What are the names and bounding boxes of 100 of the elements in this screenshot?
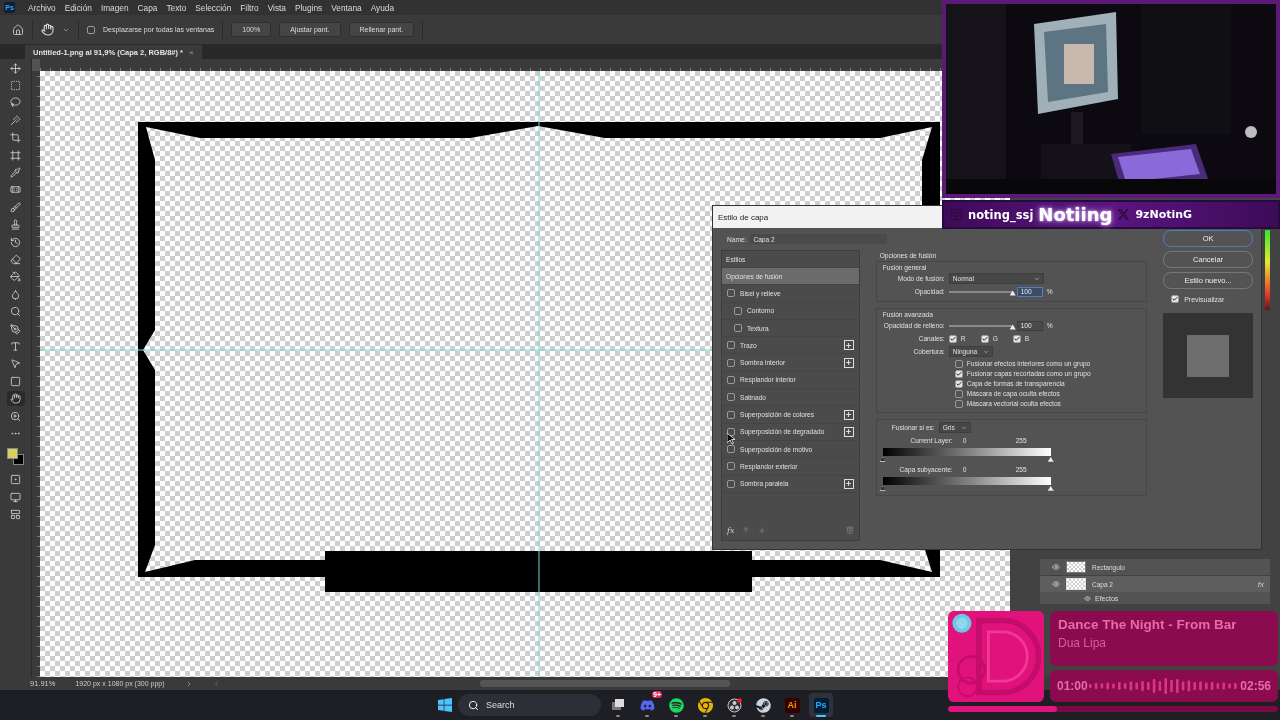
hand-icon[interactable] [41, 23, 54, 36]
paint-bucket-icon [10, 271, 21, 283]
slider-thumb[interactable] [1047, 486, 1054, 491]
type-icon [10, 340, 21, 352]
search-field[interactable]: Search [458, 694, 601, 716]
checkbox[interactable] [1012, 334, 1021, 343]
eye-icon[interactable] [1052, 580, 1060, 588]
task-view-icon [611, 698, 625, 712]
layer-thumbnail [1066, 561, 1086, 573]
checkbox[interactable] [954, 389, 963, 398]
layer-thumbnail [1066, 578, 1086, 590]
menu-item[interactable]: Capa [137, 2, 158, 13]
checkbox[interactable] [727, 375, 735, 384]
slider-thumb[interactable] [879, 486, 886, 491]
instagram-handle: noting_ssj [968, 207, 1034, 222]
checkbox[interactable] [948, 334, 957, 343]
move-icon [10, 62, 21, 74]
song-title: Dance The Night - From Bar [1058, 617, 1238, 632]
artist-name: Dua Lipa [1058, 636, 1108, 650]
add-button[interactable] [843, 478, 854, 489]
brush-icon [10, 201, 21, 213]
add-button[interactable] [843, 426, 854, 437]
layout-icon [10, 509, 21, 521]
obs-icon [726, 697, 742, 713]
dashed-square-icon [10, 80, 21, 92]
magnifier-icon [10, 306, 21, 318]
caret-icon [982, 348, 989, 355]
checkbox[interactable] [727, 341, 735, 350]
droplet-icon [10, 288, 21, 300]
menu-item[interactable]: Filtro [240, 2, 259, 13]
checkbox[interactable] [954, 399, 963, 408]
start-icon[interactable] [437, 697, 453, 713]
caret-icon [1033, 275, 1040, 282]
crop-icon [10, 132, 21, 144]
scrollbar[interactable] [479, 680, 730, 687]
color-swatches[interactable] [6, 447, 25, 466]
checkbox[interactable] [980, 334, 989, 343]
stamp-icon [10, 219, 21, 231]
pen-icon [10, 323, 21, 335]
frame-icon [10, 149, 21, 161]
bandage-icon [10, 184, 21, 196]
duration: 02:56 [1240, 679, 1271, 693]
checkbox[interactable] [727, 479, 735, 488]
checkbox[interactable] [954, 369, 963, 378]
checkbox[interactable] [87, 25, 95, 34]
history-icon [10, 236, 21, 248]
menu-item[interactable]: Imagen [100, 2, 129, 13]
checkbox[interactable] [954, 359, 963, 368]
instagram-icon [950, 208, 963, 221]
checkbox[interactable] [727, 393, 735, 402]
menu-item[interactable]: Texto [166, 2, 187, 13]
add-button[interactable] [843, 340, 854, 351]
checkbox[interactable] [734, 324, 742, 333]
slider-thumb[interactable] [1047, 457, 1054, 462]
channel-title: Notiing [1038, 204, 1113, 225]
menu-item[interactable]: Vista [267, 2, 286, 13]
chrome-icon [697, 697, 713, 713]
steam-icon [755, 697, 771, 713]
checkbox[interactable] [727, 445, 735, 454]
fx-button[interactable]: fx [727, 525, 735, 535]
checkbox[interactable] [954, 379, 963, 388]
menu-item[interactable]: Edición [64, 2, 92, 13]
home-icon[interactable] [12, 23, 24, 36]
monitor-icon [10, 491, 21, 503]
checkbox[interactable] [727, 462, 735, 471]
wand-icon [10, 114, 21, 126]
zoom-icon [10, 410, 21, 422]
menu-item[interactable]: Archivo [28, 2, 56, 13]
x-icon [1117, 208, 1131, 221]
add-button[interactable] [843, 357, 854, 368]
discord-icon [639, 697, 655, 713]
search-icon [468, 699, 479, 711]
pointer-icon [10, 358, 21, 370]
caret-icon [960, 424, 967, 431]
add-button[interactable] [843, 409, 854, 420]
elapsed-time: 01:00 [1057, 679, 1088, 693]
lasso-icon [10, 97, 21, 109]
checkbox[interactable] [727, 289, 735, 298]
checkbox[interactable] [727, 410, 735, 419]
menu-item[interactable]: Ventana [331, 2, 362, 13]
spotify-icon [668, 697, 684, 713]
mask-icon [10, 474, 21, 486]
checkbox[interactable] [734, 306, 742, 315]
fx-label: fx [1257, 579, 1264, 589]
rectangle-icon [10, 375, 21, 387]
slider-thumb[interactable] [879, 457, 886, 462]
checkbox[interactable] [727, 358, 735, 367]
eraser-icon [10, 254, 21, 265]
eye-icon[interactable] [1052, 563, 1060, 571]
x-handle: 9zNotinG [1135, 208, 1193, 221]
tool-button[interactable] [6, 391, 25, 406]
hand-icon [10, 393, 21, 405]
menu-item[interactable]: Ayuda [370, 2, 395, 13]
menu-item[interactable]: Selección [195, 2, 232, 13]
close-icon[interactable]: × [189, 47, 194, 57]
menu-item[interactable]: Plugins [295, 2, 323, 13]
eyedropper-icon [10, 167, 21, 179]
eye-icon[interactable] [1084, 594, 1091, 602]
checkbox[interactable] [1171, 295, 1180, 303]
cursor-icon [727, 433, 735, 445]
